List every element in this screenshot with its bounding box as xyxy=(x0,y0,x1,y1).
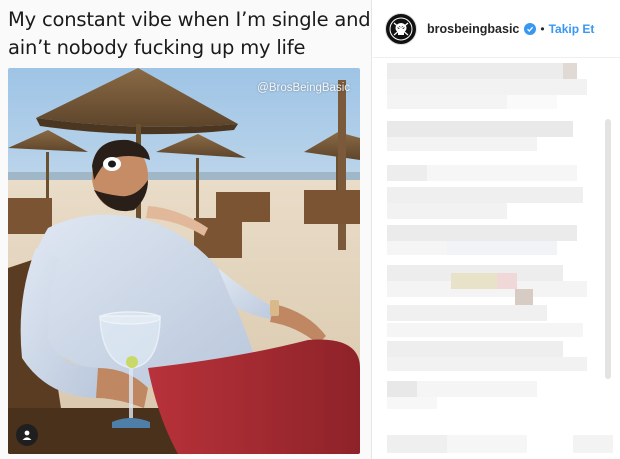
photo-watermark: @BrosBeingBasic xyxy=(257,82,350,94)
post-username[interactable]: brosbeingbasic xyxy=(427,22,519,36)
post-header: brosbeingbasic • Takip Et xyxy=(373,0,620,58)
caption-line-2: ain’t nobody fucking up my life xyxy=(8,36,306,59)
beach-scene-illustration xyxy=(8,68,360,454)
header-separator: • xyxy=(540,21,545,36)
pixelated-comments-illustration xyxy=(387,63,613,453)
meme-post: My constant vibe when I’m single and ain… xyxy=(0,0,372,459)
meme-caption: My constant vibe when I’m single and ain… xyxy=(8,6,371,62)
follow-button[interactable]: Takip Et xyxy=(549,22,595,36)
verified-badge-icon xyxy=(524,22,537,35)
user-profile-icon[interactable] xyxy=(16,424,38,446)
skull-logo-icon[interactable] xyxy=(385,12,417,45)
comments-pixelated-area xyxy=(373,59,620,459)
meme-photo[interactable]: @BrosBeingBasic xyxy=(8,68,360,454)
post-side-panel: brosbeingbasic • Takip Et xyxy=(373,0,620,459)
caption-line-1: My constant vibe when I’m single and xyxy=(8,8,371,31)
